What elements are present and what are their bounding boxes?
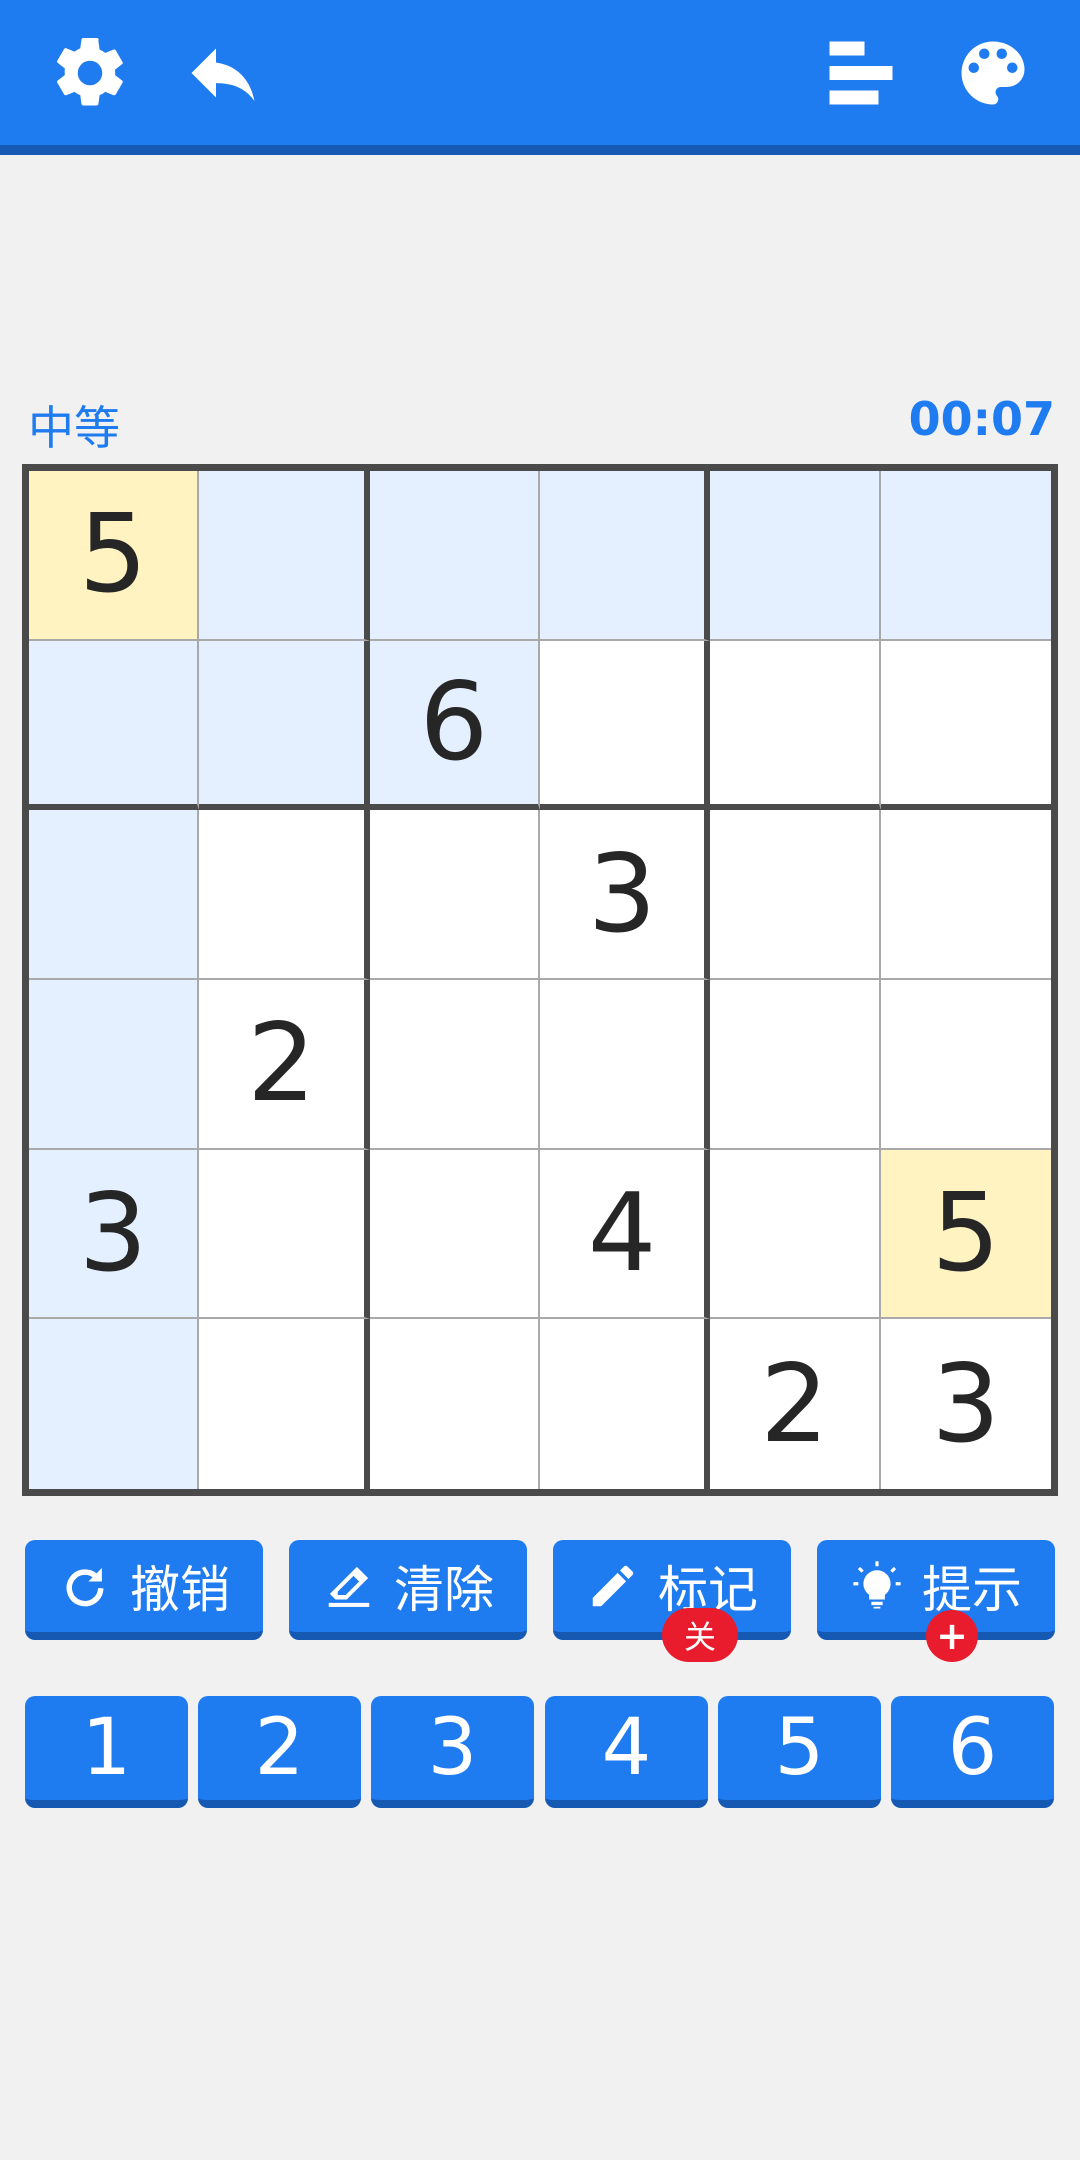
numpad-6[interactable]: 6	[891, 1696, 1054, 1808]
notes-button[interactable]: 标记 关	[553, 1540, 791, 1662]
sudoku-cell[interactable]	[880, 810, 1051, 980]
hint-button[interactable]: 提示 +	[817, 1540, 1055, 1662]
number-pad: 1 2 3 4 5 6	[25, 1696, 1055, 1808]
sudoku-cell[interactable]	[199, 471, 370, 641]
sudoku-cell[interactable]	[880, 640, 1051, 811]
sudoku-cell[interactable]	[880, 471, 1051, 641]
sudoku-cell[interactable]: 3	[29, 1149, 200, 1320]
eraser-icon	[328, 1566, 370, 1607]
sudoku-cell[interactable]	[710, 1149, 881, 1320]
sudoku-cell[interactable]: 2	[199, 980, 370, 1150]
sudoku-cell[interactable]: 6	[369, 640, 540, 811]
top-bar	[0, 0, 1080, 155]
sudoku-cell[interactable]	[539, 980, 711, 1150]
stats-icon	[829, 41, 893, 105]
sudoku-cell[interactable]	[29, 640, 200, 811]
palette-icon	[961, 41, 1025, 105]
sudoku-cell[interactable]	[539, 471, 711, 641]
sudoku-cell[interactable]	[710, 471, 881, 641]
sudoku-cell[interactable]: 3	[539, 810, 711, 980]
lightbulb-icon	[853, 1561, 901, 1609]
sudoku-cell[interactable]	[369, 810, 540, 980]
back-button[interactable]	[178, 28, 268, 118]
sudoku-cell[interactable]	[710, 810, 881, 980]
sudoku-cell[interactable]: 2	[710, 1319, 881, 1489]
erase-label: 清除	[394, 1561, 494, 1619]
notes-status-badge: 关	[662, 1608, 739, 1662]
sudoku-cell[interactable]	[29, 810, 200, 980]
sudoku-cell[interactable]: 4	[539, 1149, 711, 1320]
sudoku-cell[interactable]	[369, 1319, 540, 1489]
sudoku-cell[interactable]	[539, 1319, 711, 1489]
refresh-icon	[66, 1568, 104, 1607]
numpad-2[interactable]: 2	[198, 1696, 361, 1808]
difficulty-label: 中等	[28, 401, 120, 455]
action-bar: 撤销 清除 标记 关 提示 +	[25, 1540, 1055, 1662]
theme-button[interactable]	[948, 28, 1038, 118]
sudoku-cell[interactable]	[29, 980, 200, 1150]
sudoku-cell[interactable]	[710, 980, 881, 1150]
numpad-1[interactable]: 1	[25, 1696, 188, 1808]
stats-button[interactable]	[816, 28, 906, 118]
pencil-icon	[592, 1565, 634, 1607]
undo-label: 撤销	[130, 1561, 230, 1619]
hint-plus-badge: +	[926, 1610, 978, 1662]
sudoku-cell[interactable]	[199, 640, 370, 811]
hint-label: 提示	[922, 1561, 1022, 1619]
sudoku-cell[interactable]	[369, 980, 540, 1150]
sudoku-board: 563234523	[22, 464, 1058, 1496]
top-bar-shadow	[0, 145, 1080, 155]
undo-arrow-icon	[191, 48, 255, 101]
undo-button[interactable]: 撤销	[25, 1540, 263, 1640]
sudoku-cell[interactable]	[369, 1149, 540, 1320]
timer: 00:07	[908, 392, 1055, 446]
sudoku-cell[interactable]	[369, 471, 540, 641]
sudoku-cell[interactable]	[199, 1319, 370, 1489]
sudoku-cell[interactable]: 3	[880, 1319, 1051, 1489]
sudoku-grid: 563234523	[29, 471, 1051, 1489]
sudoku-cell[interactable]	[199, 1149, 370, 1320]
sudoku-cell[interactable]	[199, 810, 370, 980]
numpad-5[interactable]: 5	[718, 1696, 881, 1808]
settings-button[interactable]	[45, 28, 135, 118]
numpad-3[interactable]: 3	[371, 1696, 534, 1808]
sudoku-cell[interactable]	[29, 1319, 200, 1489]
sudoku-cell[interactable]	[710, 640, 881, 811]
sudoku-cell[interactable]	[880, 980, 1051, 1150]
gear-icon	[57, 37, 123, 106]
numpad-4[interactable]: 4	[545, 1696, 708, 1808]
sudoku-cell[interactable]: 5	[880, 1149, 1051, 1320]
sudoku-cell[interactable]: 5	[29, 471, 200, 641]
sudoku-cell[interactable]	[539, 640, 711, 811]
erase-button[interactable]: 清除	[289, 1540, 527, 1640]
